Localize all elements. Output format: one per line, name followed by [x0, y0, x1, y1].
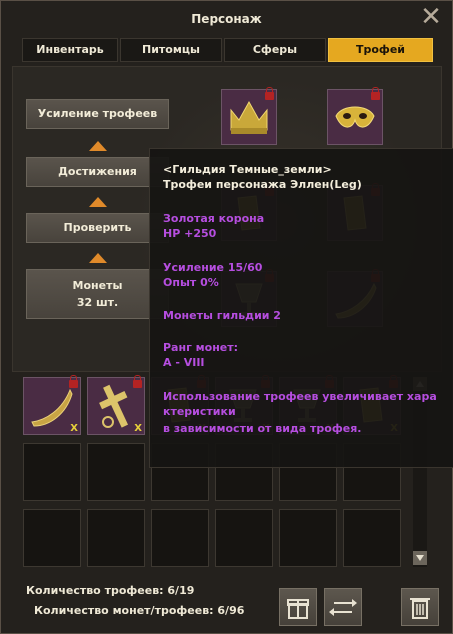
upgrade-trophies-button[interactable]: Усиление трофеев: [26, 99, 169, 129]
tooltip-hint-line-2: ктеристики: [163, 405, 236, 418]
lock-icon: [69, 375, 78, 388]
trash-button[interactable]: [401, 588, 439, 626]
tab-pets[interactable]: Питомцы: [120, 38, 222, 62]
tooltip-item-stat: HP +250: [163, 227, 217, 240]
tooltip-rank-value: A - VIII: [163, 356, 205, 369]
inventory-slot-empty[interactable]: [23, 509, 81, 567]
trophy-slot-mask[interactable]: [327, 87, 383, 145]
gift-icon: [287, 599, 309, 619]
window-title: Персонаж: [191, 12, 262, 26]
inventory-slot-empty[interactable]: [215, 509, 273, 567]
tab-inventory[interactable]: Инвентарь: [22, 38, 118, 62]
trash-icon: [410, 598, 430, 619]
inventory-slot-empty[interactable]: [279, 509, 337, 567]
inventory-slot-horn[interactable]: X: [23, 375, 81, 435]
trophy-count: Количество трофеев: 6/19: [26, 584, 195, 597]
inventory-slot-empty[interactable]: [23, 443, 81, 501]
tooltip-item-name: Золотая корона: [163, 212, 265, 225]
tooltip-guild: <Гильдия Темные_земли>: [163, 163, 332, 176]
up-arrow-icon: [89, 253, 107, 263]
tooltip-owner: Трофеи персонажа Эллен(Leg): [163, 178, 362, 191]
equipped-marker: X: [70, 423, 78, 434]
tab-bar: Инвентарь Питомцы Сферы Трофей: [22, 38, 433, 62]
inventory-slot-empty[interactable]: [87, 443, 145, 501]
inventory-slot-empty[interactable]: [87, 509, 145, 567]
lock-icon: [371, 87, 380, 100]
swap-button[interactable]: [324, 588, 362, 626]
up-arrow-icon: [89, 197, 107, 207]
check-button[interactable]: Проверить: [26, 213, 169, 243]
gift-button[interactable]: [279, 588, 317, 626]
scroll-down-icon[interactable]: [413, 551, 427, 565]
swap-arrows-icon: [329, 599, 357, 616]
achievements-button[interactable]: Достижения: [26, 157, 169, 187]
lock-icon: [265, 87, 274, 100]
tooltip-rank-label: Ранг монет:: [163, 341, 239, 354]
inventory-slot-empty[interactable]: [343, 509, 401, 567]
close-icon[interactable]: ✕: [419, 4, 443, 30]
tooltip-guild-coins: Монеты гильдии 2: [163, 309, 281, 322]
tooltip-hint-line-1: Использование трофеев увеличивает хара: [163, 390, 437, 403]
coins-count: 32 шт.: [76, 296, 119, 309]
up-arrow-icon: [89, 141, 107, 151]
coins-label: Монеты: [72, 279, 123, 292]
equipped-marker: X: [134, 423, 142, 434]
coins-per-trophy-count: Количество монет/трофеев: 6/96: [34, 604, 245, 617]
lock-icon: [133, 375, 142, 388]
tab-trophy[interactable]: Трофей: [328, 38, 433, 62]
coins-box: Монеты 32 шт.: [26, 269, 169, 319]
trophy-tooltip: <Гильдия Темные_земли> Трофеи персонажа …: [149, 148, 453, 468]
tooltip-upgrade: Усиление 15/60: [163, 261, 263, 274]
trophy-slot-crown[interactable]: [221, 87, 277, 145]
inventory-slot-cross-key[interactable]: X: [87, 375, 145, 435]
tab-spheres[interactable]: Сферы: [224, 38, 326, 62]
inventory-slot-empty[interactable]: [151, 509, 209, 567]
tooltip-exp: Опыт 0%: [163, 276, 219, 289]
tooltip-hint-line-3: в зависимости от вида трофея.: [163, 422, 362, 435]
